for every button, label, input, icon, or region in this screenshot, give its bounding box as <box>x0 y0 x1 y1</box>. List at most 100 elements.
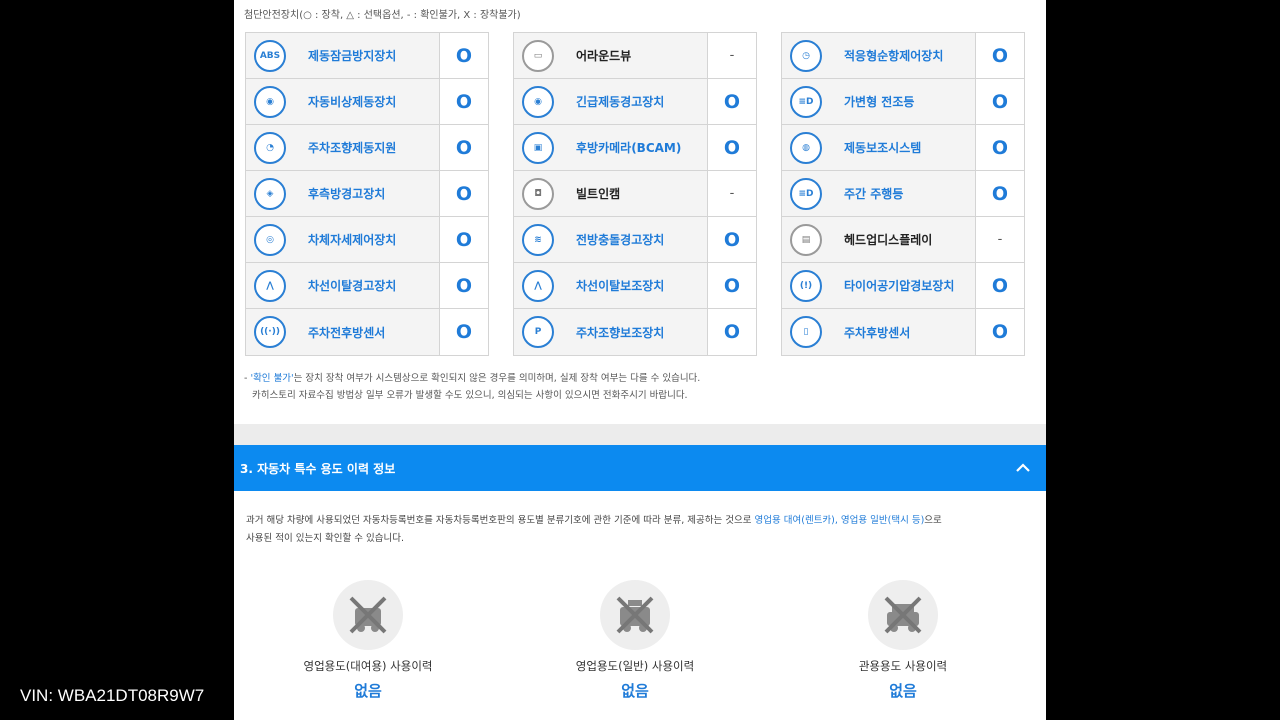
option-cell: ▯ 주차후방센서 <box>782 309 976 355</box>
option-cell: P 주차조향보조장치 <box>514 309 708 355</box>
option-row: ▣ 후방카메라(BCAM) O <box>514 125 756 171</box>
note-line-2: 카히스토리 자료수집 방법상 일부 오류가 발생할 수도 있으니, 의심되는 사… <box>252 390 688 401</box>
option-row: ((·)) 주차전후방센서 O <box>246 309 488 355</box>
option-cell: ◈ 후측방경고장치 <box>246 171 440 216</box>
option-row: ▤ 헤드업디스플레이 - <box>782 217 1024 263</box>
chevron-up-icon[interactable] <box>1014 459 1032 477</box>
option-cell: ▤ 헤드업디스플레이 <box>782 217 976 262</box>
tire-pressure-icon: (!) <box>790 269 822 302</box>
option-cell: ((·)) 주차전후방센서 <box>246 309 440 355</box>
section-divider <box>234 424 1046 445</box>
option-cell: ABS 제동잠금방지장치 <box>246 33 440 78</box>
option-status: O <box>723 321 741 343</box>
safety-legend: 첨단안전장치(○ : 장착, △ : 선택옵션, - : 확인불가, X : 장… <box>244 10 521 21</box>
options-table-2: ▭ 어라운드뷰 - ◉ 긴급제동경고장치 O ▣ 후방카메라(BCAM) O ◘ 빌트인캠 - ≋ 전방충… <box>513 32 757 356</box>
option-row: ◍ 제동보조시스템 O <box>782 125 1024 171</box>
option-row: ◷ 적응형순항제어장치 O <box>782 33 1024 79</box>
parking-sensor-icon: ((·)) <box>254 316 286 348</box>
report-page: 첨단안전장치(○ : 장착, △ : 선택옵션, - : 확인불가, X : 장… <box>234 0 1046 720</box>
option-cell: ≋ 전방충돌경고장치 <box>514 217 708 262</box>
option-label: 적응형순항제어장치 <box>844 49 944 63</box>
option-row: P 주차조향보조장치 O <box>514 309 756 355</box>
note-block: - '확인 불가'는 장치 장착 여부가 시스템상으로 확인되지 않은 경우를 … <box>244 370 700 404</box>
note-line-1: - '확인 불가'는 장치 장착 여부가 시스템상으로 확인되지 않은 경우를 … <box>244 373 701 384</box>
option-status: O <box>455 228 473 251</box>
option-row: ▯ 주차후방센서 O <box>782 309 1024 355</box>
taxi-crossed-icon <box>600 580 670 650</box>
option-label: 차체자세제어장치 <box>308 233 397 247</box>
option-row: ◘ 빌트인캠 - <box>514 171 756 217</box>
option-label: 타이어공기압경보장치 <box>844 279 955 293</box>
option-label: 전방충돌경고장치 <box>576 233 665 247</box>
usage-value: 없음 <box>621 682 649 700</box>
option-row: ◔ 주차조향제동지원 O <box>246 125 488 171</box>
option-row: ABS 제동잠금방지장치 O <box>246 33 488 79</box>
option-row: ◈ 후측방경고장치 O <box>246 171 488 217</box>
option-row: ≡D 주간 주행등 O <box>782 171 1024 217</box>
option-label: 헤드업디스플레이 <box>844 233 933 247</box>
option-label: 주차후방센서 <box>844 325 911 340</box>
abs-icon: ABS <box>254 39 286 72</box>
option-status: O <box>723 90 741 113</box>
rental-car-crossed-icon <box>333 580 403 650</box>
options-table-1: ABS 제동잠금방지장치 O ◉ 자동비상제동장치 O ◔ 주차조향제동지원 O ◈ 후측방경고장치… <box>245 32 489 356</box>
usage-label: 영업용도(대여용) 사용이력 <box>303 659 433 673</box>
note-highlight: '확인 불가' <box>250 373 294 384</box>
usage-general: 영업용도(일반) 사용이력 없음 <box>545 580 725 701</box>
option-label: 주간 주행등 <box>844 187 904 201</box>
option-cell: ▣ 후방카메라(BCAM) <box>514 125 708 170</box>
parking-assist-icon: P <box>522 316 554 348</box>
section-description: 과거 해당 차량에 사용되었던 자동차등록번호를 자동차등록번호판의 용도별 분… <box>246 515 942 544</box>
option-label: 제동잠금방지장치 <box>308 49 397 63</box>
option-label: 주차조향보조장치 <box>576 325 665 340</box>
option-status: - <box>997 232 1003 247</box>
option-label: 차선이탈경고장치 <box>308 279 397 293</box>
usage-value: 없음 <box>889 682 917 700</box>
section-header-special-use[interactable]: 3. 자동차 특수 용도 이력 정보 <box>234 445 1046 491</box>
option-status: O <box>455 321 473 343</box>
rear-sensor-icon: ▯ <box>790 316 822 348</box>
rear-camera-icon: ▣ <box>522 131 554 164</box>
option-cell: ⋀ 차선이탈경고장치 <box>246 263 440 308</box>
option-row: ⋀ 차선이탈경고장치 O <box>246 263 488 309</box>
emergency-brake-icon: ◉ <box>254 85 286 118</box>
option-label: 차선이탈보조장치 <box>576 279 665 293</box>
option-status: O <box>723 274 741 297</box>
option-label: 후측방경고장치 <box>308 187 386 201</box>
option-label: 자동비상제동장치 <box>308 95 397 109</box>
builtin-cam-icon: ◘ <box>522 177 554 210</box>
option-status: O <box>723 228 741 251</box>
option-label: 주차전후방센서 <box>308 325 386 340</box>
option-label: 어라운드뷰 <box>576 49 632 63</box>
usage-rental: 영업용도(대여용) 사용이력 없음 <box>278 580 458 701</box>
option-status: O <box>455 90 473 113</box>
option-cell: ◍ 제동보조시스템 <box>782 125 976 170</box>
section-title: 3. 자동차 특수 용도 이력 정보 <box>240 461 396 476</box>
option-row: ◎ 차체자세제어장치 O <box>246 217 488 263</box>
option-cell: ◉ 긴급제동경고장치 <box>514 79 708 124</box>
around-view-icon: ▭ <box>522 39 554 72</box>
option-status: O <box>991 274 1009 297</box>
brake-assist-icon: ◍ <box>790 131 822 164</box>
option-cell: ◷ 적응형순항제어장치 <box>782 33 976 78</box>
option-label: 후방카메라(BCAM) <box>576 141 682 155</box>
option-status: O <box>991 136 1009 159</box>
option-cell: ◎ 차체자세제어장치 <box>246 217 440 262</box>
usage-label: 영업용도(일반) 사용이력 <box>575 659 695 673</box>
option-row: ⋀ 차선이탈보조장치 O <box>514 263 756 309</box>
option-status: O <box>723 136 741 159</box>
option-row: (!) 타이어공기압경보장치 O <box>782 263 1024 309</box>
adaptive-cruise-icon: ◷ <box>790 39 822 72</box>
option-label: 주차조향제동지원 <box>308 141 397 155</box>
option-cell: ⋀ 차선이탈보조장치 <box>514 263 708 308</box>
emergency-warning-icon: ◉ <box>522 85 554 118</box>
vin-overlay: VIN: WBA21DT08R9W7 <box>20 686 205 705</box>
usage-value: 없음 <box>354 682 382 700</box>
rear-side-warning-icon: ◈ <box>254 177 286 210</box>
usage-official: 관용용도 사용이력 없음 <box>813 580 993 701</box>
option-row: ≋ 전방충돌경고장치 O <box>514 217 756 263</box>
option-cell: ◉ 자동비상제동장치 <box>246 79 440 124</box>
option-cell: (!) 타이어공기압경보장치 <box>782 263 976 308</box>
option-cell: ▭ 어라운드뷰 <box>514 33 708 78</box>
option-status: O <box>455 44 473 67</box>
